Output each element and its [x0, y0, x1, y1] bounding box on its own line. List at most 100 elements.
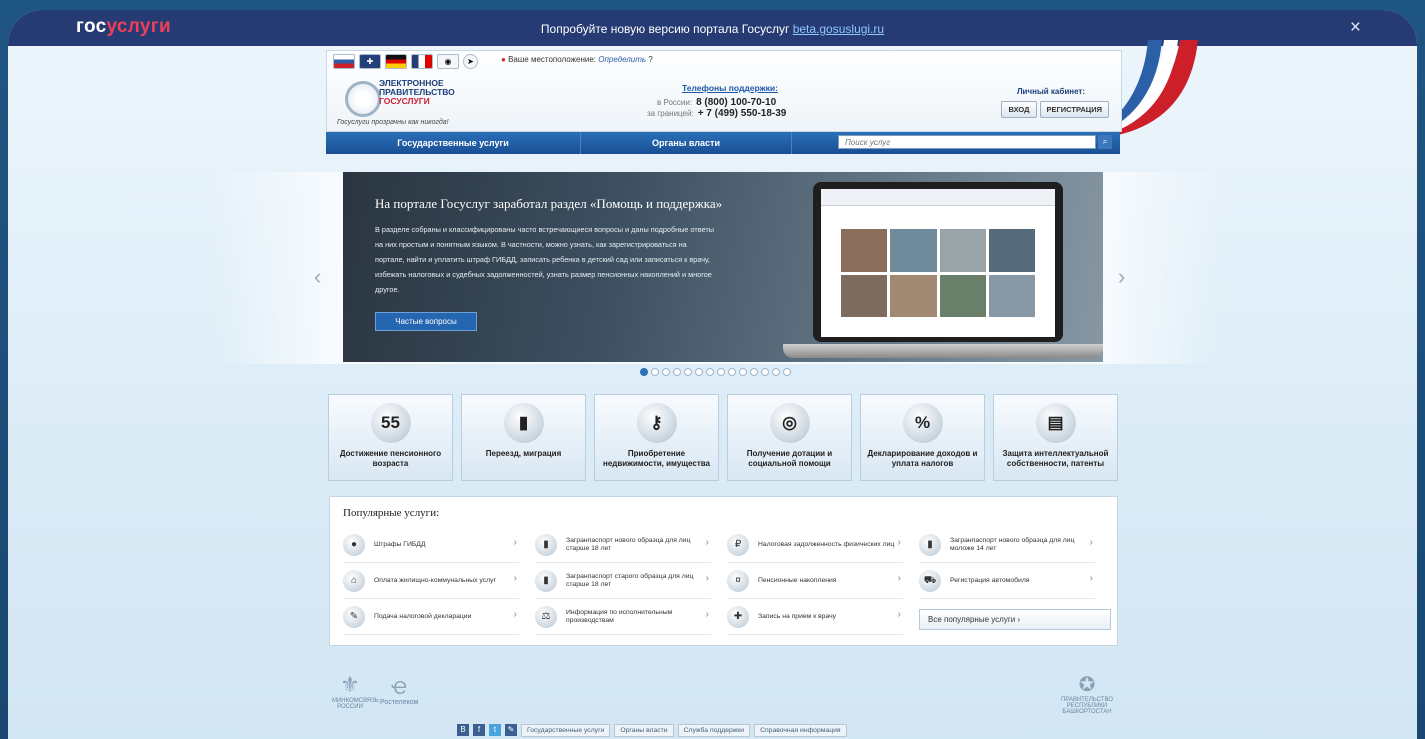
footer-link-authorities[interactable]: Органы власти: [614, 724, 674, 737]
slider-dot[interactable]: [684, 368, 692, 376]
ministry-logo[interactable]: ⚜ МИНКОМСВЯЗЬ РОССИИ: [332, 672, 379, 710]
slider-dot[interactable]: [651, 368, 659, 376]
category-tile[interactable]: ◎ Получение дотации и социальной помощи: [727, 394, 852, 481]
popular-service-item[interactable]: ⛟ Регистрация автомобиля ›: [919, 563, 1095, 599]
popular-service-item[interactable]: ▮ Загранпаспорт нового образца для лиц мо…: [919, 527, 1095, 563]
flag-uk-icon[interactable]: ✚: [359, 54, 381, 69]
popular-service-item[interactable]: ● Штрафы ГИБДД ›: [343, 527, 519, 563]
slider-dot[interactable]: [761, 368, 769, 376]
category-tile[interactable]: ▤ Защита интеллектуальной собственности, …: [993, 394, 1118, 481]
traffic-light-icon: ●: [343, 533, 365, 556]
chevron-right-icon: ›: [1089, 573, 1093, 584]
chevron-right-icon: ›: [513, 537, 517, 548]
location: ● Ваше местоположение: Определить ?: [501, 55, 653, 64]
slide-title: На портале Госуслуг заработал раздел «По…: [375, 196, 723, 211]
help-icon[interactable]: ?: [648, 55, 652, 64]
browser-viewport: госуслуги Попробуйте новую версию портал…: [8, 10, 1417, 739]
category-tile[interactable]: ▮ Переезд, миграция: [461, 394, 586, 481]
search-input[interactable]: [838, 135, 1096, 149]
footer-link-services[interactable]: Государственные услуги: [521, 724, 611, 737]
popular-service-item[interactable]: ₽ Налоговая задолженность физических лиц ›: [727, 527, 903, 563]
compass-icon[interactable]: ➤: [463, 54, 478, 69]
location-pin-icon: ●: [501, 55, 506, 64]
category-tile[interactable]: 55 Достижение пенсионного возраста: [328, 394, 453, 481]
vk-icon[interactable]: В: [457, 724, 469, 736]
beta-link[interactable]: beta.gosuslugi.ru: [793, 22, 884, 36]
rostelecom-logo[interactable]: Ҽ Ростелеком: [380, 678, 418, 706]
slider-dot[interactable]: [772, 368, 780, 376]
flag-ru-icon[interactable]: [333, 54, 355, 69]
slider-dot[interactable]: [706, 368, 714, 376]
login-button[interactable]: ВХОД: [1001, 101, 1037, 118]
slider-dot[interactable]: [695, 368, 703, 376]
location-label: Ваше местоположение:: [508, 55, 597, 64]
chevron-right-icon: ›: [513, 573, 517, 584]
passport-icon: ▮: [919, 533, 941, 556]
slider-dot[interactable]: [673, 368, 681, 376]
chevron-right-icon: ›: [705, 609, 709, 620]
bashkortostan-logo[interactable]: ✪ ПРАВИТЕЛЬСТВО РЕСПУБЛИКИ БАШКОРТОСТАН: [1060, 672, 1114, 715]
slider-dots: [640, 368, 791, 376]
location-value[interactable]: Определить: [598, 55, 646, 64]
popular-service-item[interactable]: ¤ Пенсионные накопления ›: [727, 563, 903, 599]
popular-service-item[interactable]: ▮ Загранпаспорт старого образца для лиц с…: [535, 563, 711, 599]
faq-button[interactable]: Частые вопросы: [375, 312, 477, 331]
popular-service-item[interactable]: ✚ Запись на прием к врачу ›: [727, 599, 903, 635]
category-tile[interactable]: % Декларирование доходов и уплата налогов: [860, 394, 985, 481]
ministry-eagle-icon: ⚜: [340, 672, 360, 697]
slider-dot[interactable]: [728, 368, 736, 376]
beta-message: Попробуйте новую версию портала Госуслуг…: [8, 22, 1417, 36]
nav-government-services[interactable]: Государственные услуги: [326, 132, 581, 154]
promo-slide: На портале Госуслуг заработал раздел «По…: [343, 172, 1103, 362]
popular-title: Популярные услуги:: [343, 507, 440, 519]
e-gov-emblem-icon: [345, 81, 381, 117]
org-name[interactable]: ЭЛЕКТРОННОЕ ПРАВИТЕЛЬСТВО ГОСУСЛУГИ: [379, 79, 455, 106]
bashkortostan-name: ПРАВИТЕЛЬСТВО РЕСПУБЛИКИ БАШКОРТОСТАН: [1061, 697, 1113, 715]
slider-dot[interactable]: [739, 368, 747, 376]
rostelecom-name: Ростелеком: [380, 699, 419, 706]
slider-dot[interactable]: [717, 368, 725, 376]
close-icon[interactable]: ×: [1350, 17, 1361, 39]
category-tile[interactable]: ⚷ Приобретение недвижимости, имущества: [594, 394, 719, 481]
chevron-right-icon: ›: [705, 537, 709, 548]
slogan: Госуслуги прозрачны как никогда!: [337, 119, 449, 126]
accessibility-icon[interactable]: ◉: [437, 54, 459, 69]
passport-icon: ▮: [535, 569, 557, 592]
twitter-icon[interactable]: t: [489, 724, 501, 736]
popular-service-item[interactable]: ⚖ Информация по исполнительным производст…: [535, 599, 711, 635]
category-icon: 55: [370, 403, 411, 443]
popular-service-item[interactable]: ✎ Подача налоговой декларации ›: [343, 599, 519, 635]
popular-service-label: Загранпаспорт старого образца для лиц ст…: [566, 572, 694, 588]
register-button[interactable]: РЕГИСТРАЦИЯ: [1039, 101, 1109, 118]
phone-abroad-number: + 7 (499) 550-18-39: [697, 108, 787, 119]
slider-dot[interactable]: [750, 368, 758, 376]
beta-message-text: Попробуйте новую версию портала Госуслуг: [540, 22, 793, 36]
all-popular-services-button[interactable]: Все популярные услуги ›: [919, 609, 1111, 630]
flag-fr-icon[interactable]: [411, 54, 433, 69]
cabinet-title: Личный кабинет:: [1016, 87, 1085, 96]
keys-icon: ⚷: [636, 403, 677, 443]
footer-link-reference[interactable]: Справочная информация: [754, 724, 847, 737]
ministry-name: МИНКОМСВЯЗЬ РОССИИ: [332, 698, 379, 710]
popular-service-label: Информация по исполнительным производств…: [566, 608, 673, 624]
slider-prev-icon[interactable]: ‹: [314, 264, 321, 290]
popular-grid: ● Штрафы ГИБДД › ▮ Загранпаспорт нового обра…: [343, 527, 1113, 635]
search-icon[interactable]: ⌕: [1098, 135, 1112, 149]
slider-next-icon[interactable]: ›: [1118, 264, 1125, 290]
certificate-icon: ▤: [1035, 403, 1076, 443]
popular-service-label: Пенсионные накопления: [758, 576, 837, 584]
phones-title[interactable]: Телефоны поддержки:: [682, 83, 802, 93]
phone-abroad-label: за границей:: [647, 109, 694, 118]
slider-dot[interactable]: [783, 368, 791, 376]
popular-service-item[interactable]: ⌂ Оплата жилищно-коммунальных услуг ›: [343, 563, 519, 599]
nav-authorities[interactable]: Органы власти: [581, 132, 792, 154]
footer-link-support[interactable]: Служба поддержки: [677, 724, 751, 737]
laptop-image: [813, 182, 1063, 342]
popular-service-item[interactable]: ▮ Загранпаспорт нового образца для лиц ст…: [535, 527, 711, 563]
livejournal-icon[interactable]: ✎: [505, 724, 517, 736]
slider-dot[interactable]: [662, 368, 670, 376]
flag-de-icon[interactable]: [385, 54, 407, 69]
facebook-icon[interactable]: f: [473, 724, 485, 736]
category-label: Декларирование доходов и уплата налогов: [867, 449, 978, 468]
slider-dot[interactable]: [640, 368, 648, 376]
